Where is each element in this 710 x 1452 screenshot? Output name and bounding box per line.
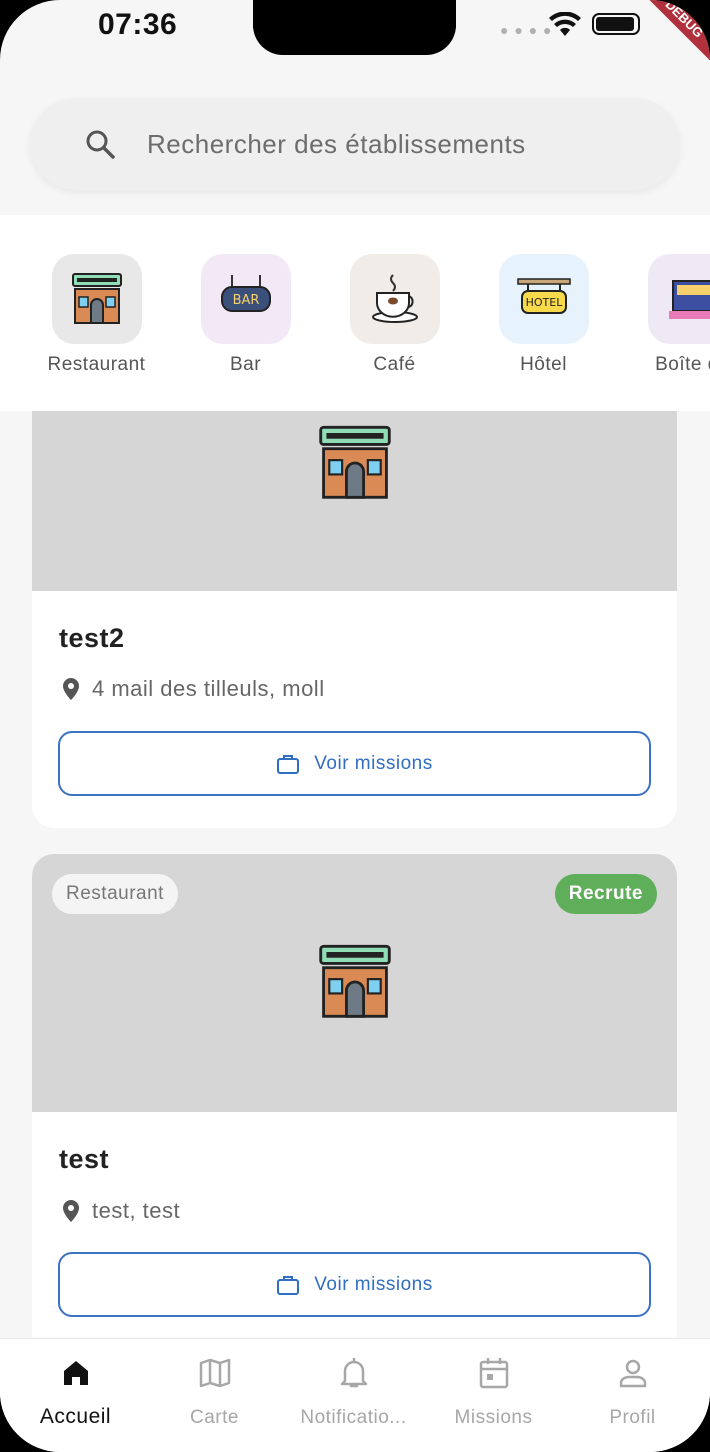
nav-map[interactable]: Carte (145, 1353, 284, 1429)
nav-label: Missions (454, 1407, 533, 1428)
view-missions-button[interactable]: Voir missions (58, 1252, 651, 1317)
status-bar: 07:36 ● ● ● ● DEBUG (0, 0, 710, 70)
restaurant-icon (51, 254, 142, 344)
category-label: Boîte de (655, 354, 710, 375)
restaurant-icon (319, 944, 391, 1018)
cellular-signal-icon: ● ● ● ● (500, 22, 553, 38)
search-bar[interactable]: Rechercher des établissements (30, 98, 680, 190)
establishment-card[interactable]: Restaurant Recrute test test, test Voir … (32, 854, 677, 1337)
establishment-address: test, test (62, 1198, 180, 1224)
establishment-address: 4 mail des tilleuls, moll (62, 676, 325, 702)
address-text: 4 mail des tilleuls, moll (92, 676, 325, 701)
nav-home[interactable]: Accueil (6, 1353, 145, 1429)
battery-icon (592, 13, 640, 35)
category-label: Hôtel (520, 354, 567, 375)
app-screen: 07:36 ● ● ● ● DEBUG Rechercher des établ… (0, 0, 710, 1452)
category-cafe[interactable]: Café (320, 254, 469, 376)
svg-text:BAR: BAR (232, 293, 259, 308)
button-label: Voir missions (314, 752, 433, 774)
coffee-cup-icon (349, 254, 440, 344)
debug-banner: DEBUG (633, 0, 710, 70)
bell-icon (340, 1358, 367, 1388)
view-missions-button[interactable]: Voir missions (58, 731, 651, 796)
svg-text:HOTEL: HOTEL (525, 296, 563, 309)
restaurant-icon (319, 425, 391, 499)
category-chip: Restaurant (52, 874, 178, 914)
nav-profile[interactable]: Profil (563, 1353, 702, 1429)
wifi-icon (549, 12, 581, 36)
category-label: Café (373, 354, 416, 375)
nav-label: Notificatio... (300, 1407, 407, 1428)
map-icon (199, 1358, 230, 1388)
briefcase-icon (277, 1275, 300, 1295)
category-restaurant[interactable]: Restaurant (22, 254, 171, 376)
home-icon (63, 1361, 88, 1385)
establishment-list[interactable]: test2 4 mail des tilleuls, moll Voir mis… (0, 411, 710, 1337)
briefcase-icon (277, 754, 300, 774)
bottom-navigation: Accueil Carte Notificatio... Missions Pr… (0, 1338, 710, 1452)
button-label: Voir missions (314, 1273, 433, 1295)
location-pin-icon (63, 678, 79, 700)
category-label: Restaurant (47, 354, 146, 375)
camera-notch (253, 0, 456, 55)
bar-sign-icon: BAR (200, 254, 291, 344)
nav-label: Carte (190, 1407, 239, 1428)
establishment-name: test2 (59, 623, 125, 653)
hiring-badge: Recrute (554, 874, 657, 914)
nav-missions[interactable]: Missions (424, 1353, 563, 1429)
person-icon (619, 1359, 646, 1388)
search-input[interactable]: Rechercher des établissements (147, 129, 526, 160)
card-image (32, 411, 677, 591)
nav-label: Accueil (39, 1405, 112, 1428)
category-strip: Restaurant BAR Bar Café HOTEL Hôtel Boît… (0, 215, 710, 411)
establishment-name: test (59, 1144, 110, 1174)
establishment-card[interactable]: test2 4 mail des tilleuls, moll Voir mis… (32, 411, 677, 828)
category-bar[interactable]: BAR Bar (171, 254, 320, 376)
category-nightclub[interactable]: Boîte de (618, 254, 710, 376)
address-text: test, test (92, 1198, 181, 1223)
calendar-icon (479, 1358, 508, 1389)
location-pin-icon (63, 1200, 79, 1222)
search-icon (86, 130, 115, 159)
card-image: Restaurant Recrute (32, 854, 677, 1112)
hotel-sign-icon: HOTEL (498, 254, 589, 344)
category-label: Bar (229, 354, 262, 375)
nav-notifications[interactable]: Notificatio... (284, 1353, 423, 1429)
nav-label: Profil (609, 1407, 656, 1428)
nightclub-icon (647, 254, 710, 344)
category-hotel[interactable]: HOTEL Hôtel (469, 254, 618, 376)
status-time: 07:36 (98, 8, 178, 41)
